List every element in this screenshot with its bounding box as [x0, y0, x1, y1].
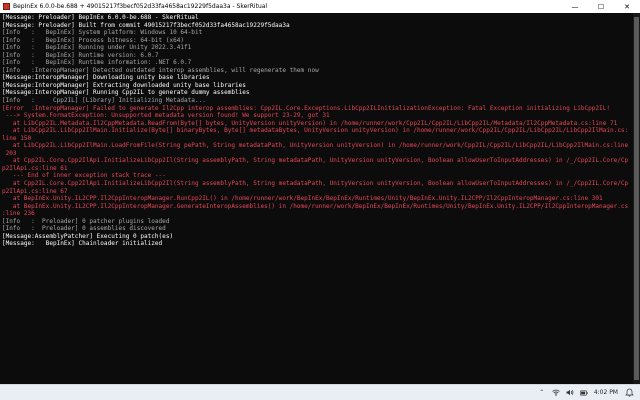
console-line: [Message: Preloader] Built from commit 4… — [2, 21, 290, 29]
console-line: [Info : Preloader] 0 patcher plugins loa… — [2, 217, 170, 225]
taskbar: ⌃ 4:02 PM — [0, 384, 640, 400]
close-button[interactable]: ✕ — [614, 0, 640, 13]
console-line: at LibCpp2IL.LibCpp2IlMain.Initialize(By… — [2, 127, 629, 135]
console-line: [Info : BepInEx] Process bitness: 64-bit… — [2, 36, 185, 44]
window-controls: — ☐ ✕ — [562, 0, 640, 13]
console-line: [Info : BepInEx] Runtime version: 6.0.7 — [2, 51, 159, 59]
console-line: [Info : BepInEx] System platform: Window… — [2, 29, 203, 37]
scrollbar-thumb[interactable] — [634, 17, 639, 380]
console-line: [Info : BepInEx] Running under Unity 202… — [2, 44, 192, 52]
console-line: 203 — [2, 149, 17, 157]
console-line: [Info : Cpp2IL] [Library] Initializing M… — [2, 97, 206, 105]
notification-icon[interactable] — [624, 388, 634, 398]
window-title: BepInEx 6.0.0-be.688 + 49015217f3becf052… — [13, 3, 268, 10]
vertical-scrollbar[interactable] — [633, 13, 640, 384]
console-line: p2IlApi.cs:line 67 — [2, 187, 68, 195]
console-line: [Info : Preloader] 0 assemblies discover… — [2, 225, 166, 233]
console-line: [Message: Preloader] BepInEx 6.0.0-be.68… — [2, 14, 199, 21]
wifi-icon[interactable] — [552, 389, 560, 397]
console-line: [Error :InteropManager] Failed to genera… — [2, 104, 610, 112]
console-line: line 150 — [2, 134, 32, 142]
console-output[interactable]: [Message: Preloader] BepInEx 6.0.0-be.68… — [0, 13, 633, 384]
console-line: at Cpp2IL.Core.Cpp2IlApi.InitializeLibCp… — [2, 180, 629, 188]
console-line: --- End of inner exception stack trace -… — [2, 172, 166, 180]
console-line: [Message: BepInEx] Chainloader initializ… — [2, 240, 163, 248]
console-window: BepInEx 6.0.0-be.688 + 49015217f3becf052… — [0, 0, 640, 400]
console-line: [Message:InteropManager] Running Cpp2IL … — [2, 89, 250, 97]
console-line: at LibCpp2IL.Metadata.Il2CppMetadata.Rea… — [2, 119, 618, 127]
minimize-button[interactable]: — — [562, 0, 588, 13]
console-line: at BepInEx.Unity.IL2CPP.Il2CppInteropMan… — [2, 202, 629, 210]
console-line: [Message:InteropManager] Extracting down… — [2, 81, 246, 89]
console-line: [Message:AssemblyPatcher] Executing 0 pa… — [2, 232, 174, 240]
console-line: at BepInEx.Unity.IL2CPP.Il2CppInteropMan… — [2, 195, 603, 203]
chevron-up-icon[interactable]: ⌃ — [538, 389, 546, 397]
console-line: at LibCpp2IL.LibCpp2IlMain.LoadFromFile(… — [2, 142, 629, 150]
console-line: p2IlApi.cs:line 61 — [2, 164, 68, 172]
console-line: ---> System.FormatException: Unsupported… — [2, 112, 330, 120]
console-line: [Message:InteropManager] Downloading uni… — [2, 74, 210, 82]
console-line: [Info :InteropManager] Detected outdated… — [2, 66, 319, 74]
speaker-icon[interactable] — [566, 389, 574, 397]
taskbar-clock[interactable]: 4:02 PM — [594, 389, 618, 396]
console-line: :line 236 — [2, 210, 35, 218]
maximize-button[interactable]: ☐ — [588, 0, 614, 13]
battery-icon[interactable] — [579, 389, 588, 397]
title-bar[interactable]: BepInEx 6.0.0-be.688 + 49015217f3becf052… — [0, 0, 640, 13]
bepinex-app-icon — [3, 3, 10, 10]
console-line: [Info : BepInEx] Runtime information: .N… — [2, 59, 192, 67]
console-line: at Cpp2IL.Core.Cpp2IlApi.InitializeLibCp… — [2, 157, 629, 165]
